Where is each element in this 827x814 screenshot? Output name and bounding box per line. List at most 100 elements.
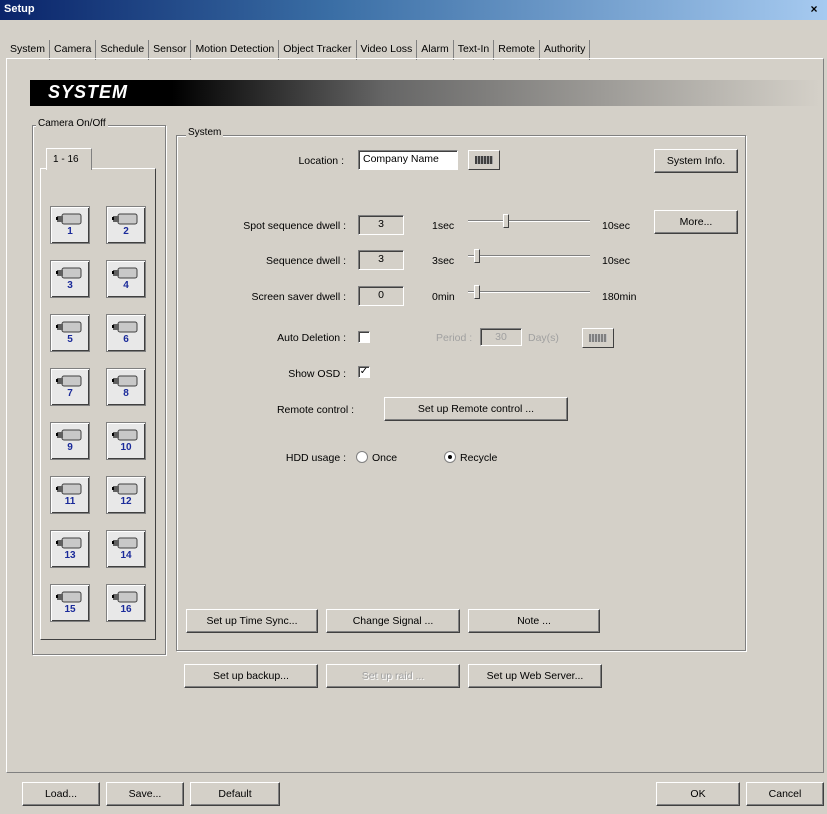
camera-range-tab[interactable]: 1 - 16 (46, 148, 92, 170)
location-input[interactable]: Company Name (358, 150, 458, 170)
tab-authority[interactable]: Authority (540, 40, 591, 60)
system-info-button[interactable]: System Info. (654, 149, 738, 173)
period-input[interactable]: 30 (480, 328, 522, 346)
camera-number: 13 (64, 550, 76, 561)
camera-icon (112, 321, 138, 333)
camera-number: 6 (123, 334, 129, 345)
period-label: Period : (436, 332, 473, 344)
remote-control-button[interactable]: Set up Remote control ... (384, 397, 568, 421)
camera-number: 16 (120, 604, 132, 615)
camera-toggle-button[interactable]: 8 (106, 368, 146, 406)
tab-text-in[interactable]: Text-In (454, 40, 495, 60)
camera-number: 5 (67, 334, 73, 345)
tab-alarm[interactable]: Alarm (417, 40, 454, 60)
camera-toggle-button[interactable]: 4 (106, 260, 146, 298)
slider-thumb[interactable] (474, 249, 480, 263)
saver-dwell-value: 0 (358, 286, 404, 306)
change-signal-button[interactable]: Change Signal ... (326, 609, 460, 633)
saver-dwell-max: 180min (602, 291, 637, 303)
camera-toggle-button[interactable]: 16 (106, 584, 146, 622)
camera-number: 14 (120, 550, 132, 561)
default-button[interactable]: Default (190, 782, 280, 806)
camera-number: 10 (120, 442, 132, 453)
camera-toggle-button[interactable]: 13 (50, 530, 90, 568)
tab-video-loss[interactable]: Video Loss (357, 40, 418, 60)
camera-number: 1 (67, 226, 73, 237)
hdd-recycle-label: Recycle (460, 452, 498, 464)
save-button[interactable]: Save... (106, 782, 184, 806)
note-button[interactable]: Note ... (468, 609, 600, 633)
spot-dwell-slider[interactable] (468, 214, 590, 228)
tab-system[interactable]: System (6, 40, 51, 60)
hdd-once-label: Once (372, 452, 398, 464)
tab-object-tracker[interactable]: Object Tracker (279, 40, 357, 60)
saver-dwell-min: 0min (432, 291, 455, 303)
camera-toggle-button[interactable]: 2 (106, 206, 146, 244)
auto-deletion-label: Auto Deletion : (277, 332, 346, 344)
system-legend: System (186, 127, 224, 138)
tab-remote[interactable]: Remote (494, 40, 540, 60)
cancel-button[interactable]: Cancel (746, 782, 824, 806)
more-button[interactable]: More... (654, 210, 738, 234)
seq-dwell-max: 10sec (602, 255, 631, 267)
camera-toggle-button[interactable]: 5 (50, 314, 90, 352)
period-keyboard-button[interactable] (582, 328, 614, 348)
camera-toggle-button[interactable]: 10 (106, 422, 146, 460)
slider-thumb[interactable] (474, 285, 480, 299)
tab-camera[interactable]: Camera (50, 40, 97, 60)
raid-button[interactable]: Set up raid ... (326, 664, 460, 688)
camera-toggle-button[interactable]: 1 (50, 206, 90, 244)
camera-icon (56, 591, 82, 603)
camera-icon (56, 483, 82, 495)
camera-toggle-button[interactable]: 7 (50, 368, 90, 406)
camera-toggle-button[interactable]: 14 (106, 530, 146, 568)
camera-number: 9 (67, 442, 73, 453)
remote-control-label: Remote control : (276, 404, 354, 416)
seq-dwell-label: Sequence dwell : (266, 255, 346, 267)
camera-icon (56, 267, 82, 279)
tab-strip: System Camera Schedule Sensor Motion Det… (6, 40, 591, 60)
hdd-once-radio[interactable] (356, 451, 368, 463)
web-server-button[interactable]: Set up Web Server... (468, 664, 602, 688)
slider-track (468, 255, 590, 257)
camera-toggle-button[interactable]: 12 (106, 476, 146, 514)
camera-icon (56, 375, 82, 387)
hdd-recycle-radio[interactable] (444, 451, 456, 463)
tab-schedule[interactable]: Schedule (96, 40, 150, 60)
tab-motion-detection[interactable]: Motion Detection (191, 40, 280, 60)
camera-toggle-button[interactable]: 9 (50, 422, 90, 460)
show-osd-checkbox[interactable]: ✓ (358, 366, 370, 378)
location-keyboard-button[interactable] (468, 150, 500, 170)
load-button[interactable]: Load... (22, 782, 100, 806)
seq-dwell-min: 3sec (432, 255, 455, 267)
tab-sensor[interactable]: Sensor (149, 40, 192, 60)
keyboard-icon (589, 334, 607, 342)
spot-dwell-label: Spot sequence dwell : (243, 220, 346, 232)
camera-icon (112, 591, 138, 603)
slider-track (468, 291, 590, 293)
camera-icon (56, 429, 82, 441)
seq-dwell-slider[interactable] (468, 249, 590, 263)
period-unit: Day(s) (528, 332, 559, 344)
spot-dwell-max: 10sec (602, 220, 631, 232)
camera-toggle-button[interactable]: 11 (50, 476, 90, 514)
camera-toggle-button[interactable]: 3 (50, 260, 90, 298)
camera-toggle-button[interactable]: 6 (106, 314, 146, 352)
auto-deletion-checkbox[interactable] (358, 331, 370, 343)
slider-thumb[interactable] (503, 214, 509, 228)
camera-number: 12 (120, 496, 132, 507)
section-title: SYSTEM (48, 82, 129, 102)
seq-dwell-value: 3 (358, 250, 404, 270)
close-icon[interactable]: × (807, 2, 821, 16)
location-label: Location : (298, 155, 344, 167)
saver-dwell-slider[interactable] (468, 285, 590, 299)
backup-button[interactable]: Set up backup... (184, 664, 318, 688)
time-sync-button[interactable]: Set up Time Sync... (186, 609, 318, 633)
show-osd-label: Show OSD : (288, 368, 346, 380)
camera-icon (112, 375, 138, 387)
camera-icon (112, 267, 138, 279)
camera-number: 15 (64, 604, 76, 615)
camera-toggle-button[interactable]: 15 (50, 584, 90, 622)
ok-button[interactable]: OK (656, 782, 740, 806)
slider-track (468, 220, 590, 222)
